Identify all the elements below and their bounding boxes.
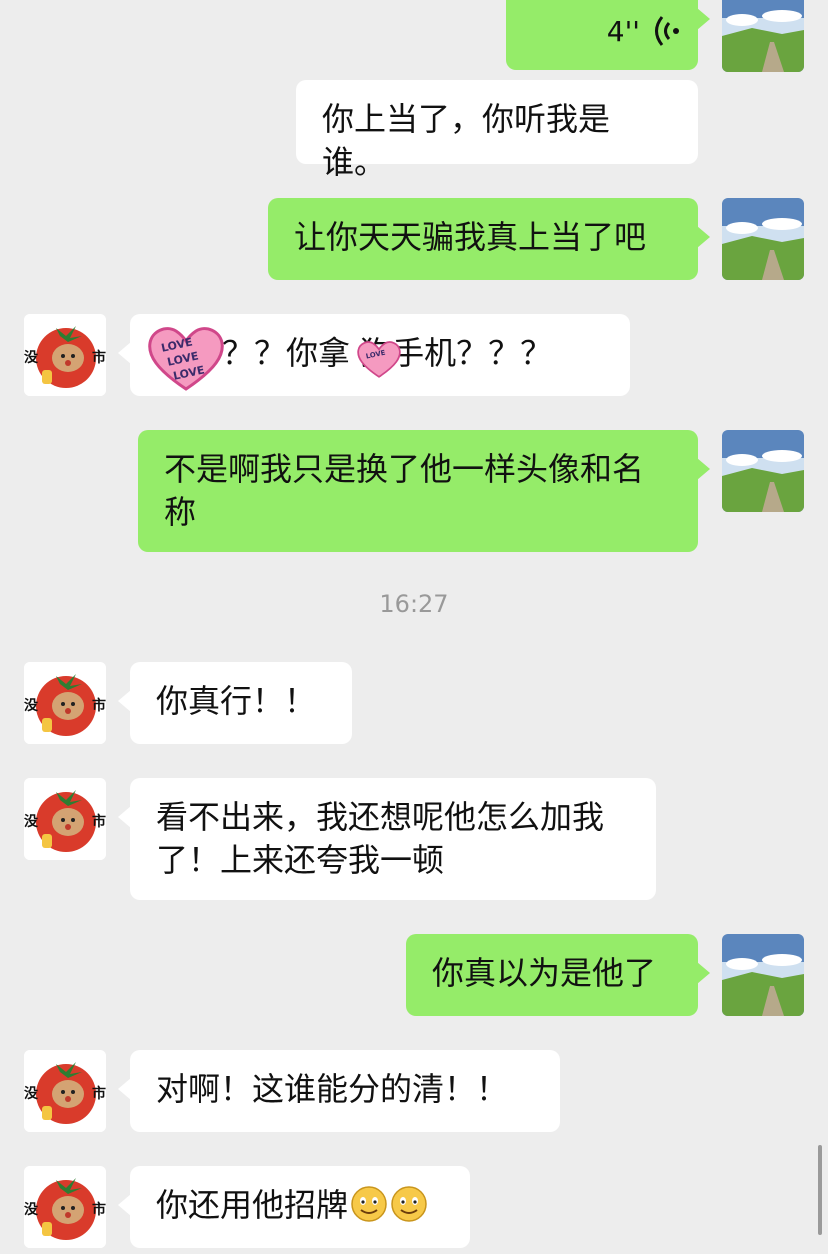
voice-message-bubble[interactable]: 4''	[506, 0, 710, 70]
contact-avatar[interactable]: 没 市	[24, 314, 106, 396]
message-text: 看不出来，我还想呢他怎么加我了！上来还夸我一顿	[156, 798, 605, 879]
message-bubble[interactable]: 让你天天骗我真上当了吧	[268, 198, 710, 280]
avatar-char-left: 没	[24, 1202, 39, 1218]
smile-emoji-icon	[391, 1186, 427, 1222]
avatar-char-left: 没	[24, 350, 39, 366]
message-bubble[interactable]: 你真行！！	[118, 662, 352, 744]
self-avatar[interactable]	[722, 430, 804, 512]
avatar-char-left: 没	[24, 698, 39, 714]
message-bubble[interactable]: 你上当了，你听我是谁。	[296, 80, 698, 181]
message-text: 你真行！！	[156, 682, 317, 720]
message-bubble[interactable]: 你还用他招牌	[118, 1166, 470, 1248]
chat-timestamp: 16:27	[379, 590, 449, 618]
message-text: 对啊！这谁能分的清！！	[156, 1070, 509, 1108]
contact-avatar[interactable]: 没 市	[24, 1166, 106, 1248]
message-text: 让你天天骗我真上当了吧	[294, 218, 647, 256]
voice-wave-icon	[655, 16, 679, 46]
tomato-avatar-icon: 没 市	[24, 314, 106, 396]
message-text: 你真以为是他了	[432, 954, 657, 992]
self-avatar[interactable]	[722, 198, 804, 280]
avatar-char-left: 没	[24, 814, 39, 830]
tomato-avatar-icon: 没 市	[24, 1166, 106, 1248]
avatar-char-right: 市	[92, 813, 106, 830]
avatar-char-right: 市	[92, 1085, 106, 1102]
message-bubble[interactable]: 看不出来，我还想呢他怎么加我了！上来还夸我一顿	[118, 778, 656, 900]
avatar-char-left: 没	[24, 1086, 39, 1102]
self-avatar[interactable]	[722, 934, 804, 1016]
landscape-avatar-icon	[722, 430, 804, 512]
landscape-avatar-icon	[722, 198, 804, 280]
scrollbar[interactable]	[818, 1145, 822, 1235]
contact-avatar[interactable]: 没 市	[24, 778, 106, 860]
love-heart-sticker-icon: LOVE LOVE LOVE	[148, 327, 224, 391]
avatar-char-right: 市	[92, 1201, 106, 1218]
contact-avatar[interactable]: 没 市	[24, 1050, 106, 1132]
landscape-avatar-icon	[722, 0, 804, 72]
tomato-avatar-icon: 没 市	[24, 662, 106, 744]
contact-avatar[interactable]: 没 市	[24, 662, 106, 744]
voice-duration: 4''	[606, 15, 640, 48]
avatar-char-right: 市	[92, 349, 106, 366]
landscape-avatar-icon	[722, 934, 804, 1016]
message-text: 你还用他招牌	[156, 1186, 349, 1224]
message-bubble[interactable]: 不是啊我只是换了他一样头像和名称	[138, 430, 710, 552]
message-bubble[interactable]: 你真以为是他了	[406, 934, 710, 1016]
message-text: 你上当了，你听我是谁。	[322, 100, 611, 181]
message-bubble[interactable]: 对啊！这谁能分的清！！	[118, 1050, 560, 1132]
avatar-char-right: 市	[92, 697, 106, 714]
tomato-avatar-icon: 没 市	[24, 1050, 106, 1132]
tomato-avatar-icon: 没 市	[24, 778, 106, 860]
love-heart-sticker-icon: LOVE	[357, 341, 401, 378]
message-text: 不是啊我只是换了他一样头像和名称	[164, 450, 645, 531]
self-avatar[interactable]	[722, 0, 804, 72]
smile-emoji-icon	[351, 1186, 387, 1222]
